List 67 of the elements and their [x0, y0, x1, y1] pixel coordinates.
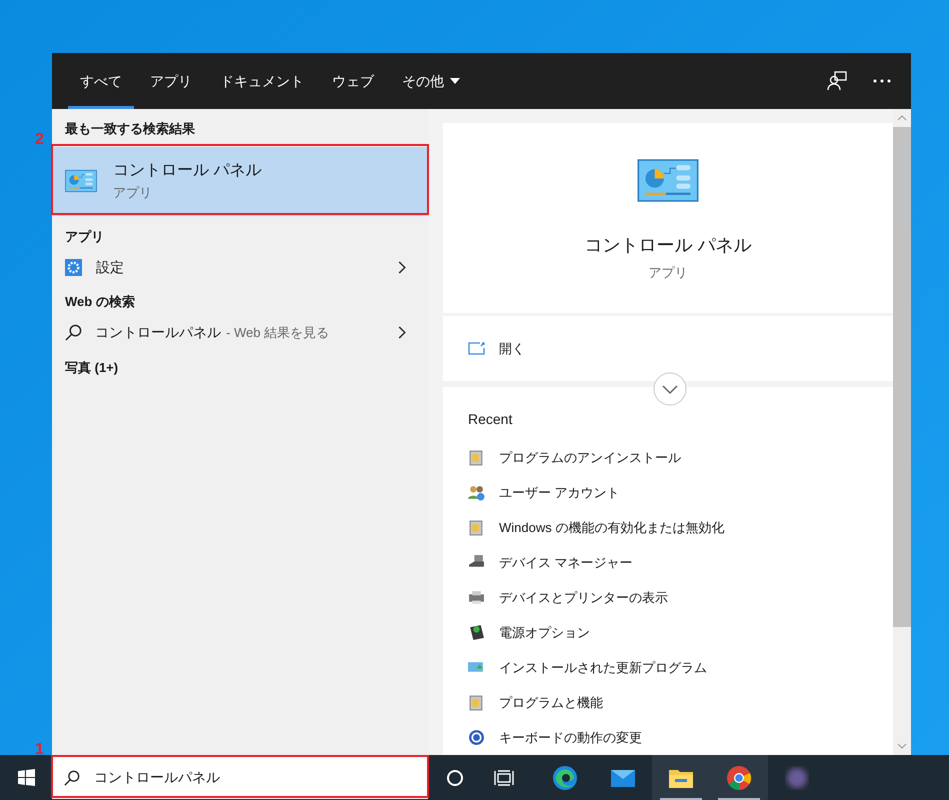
start-icon[interactable]	[18, 769, 34, 786]
cortana-icon[interactable]	[446, 768, 464, 786]
web-result[interactable]: コントロールパネル - Web 結果を見る	[52, 316, 428, 350]
recent-label: デバイス マネージャー	[499, 554, 633, 572]
program-icon	[468, 449, 485, 466]
section-heading: 写真 (1+)	[64, 358, 120, 377]
recent-item[interactable]: プログラムのアンインストール	[468, 440, 868, 475]
control-panel-icon	[637, 159, 699, 202]
best-match-result[interactable]: コントロール パネル アプリ	[52, 146, 428, 216]
recent-label: Windows の機能の有効化または無効化	[499, 518, 724, 537]
result-label: 設定	[96, 258, 124, 276]
program-icon	[468, 519, 485, 536]
step-number: 1	[35, 742, 44, 758]
recent-label: 電源オプション	[499, 624, 590, 642]
preview-subtitle: アプリ	[648, 264, 688, 282]
search-icon	[64, 770, 80, 786]
recent-item[interactable]: プログラムと機能	[468, 685, 868, 720]
web-query: コントロールパネル	[95, 323, 221, 342]
step-number: 2	[35, 132, 44, 148]
open-icon	[468, 342, 485, 355]
program-icon	[468, 694, 485, 711]
app-result[interactable]: 設定	[52, 250, 428, 284]
recent-label: プログラムと機能	[499, 694, 603, 712]
recent-item[interactable]: デバイス マネージャー	[468, 545, 868, 580]
dial-icon	[468, 729, 485, 746]
gear-icon	[65, 258, 82, 276]
browser-icon	[551, 764, 579, 792]
section-heading: 最も一致する検索結果	[64, 120, 196, 138]
control-panel-icon	[65, 169, 97, 193]
recent-label: ユーザー アカウント	[499, 484, 620, 502]
search-field[interactable]: コントロールパネル	[52, 756, 428, 799]
recent-item[interactable]: ユーザー アカウント	[468, 475, 868, 510]
users-icon	[468, 484, 485, 501]
search-text: コントロールパネル	[94, 768, 220, 787]
recent-item[interactable]: デバイスとプリンターの表示	[468, 580, 868, 615]
recent-item[interactable]: Windows の機能の有効化または無効化	[468, 510, 868, 545]
tab[interactable]: ドキュメント	[206, 53, 318, 109]
chevron-right-icon	[398, 326, 406, 339]
recent-label: デバイスとプリンターの表示	[499, 588, 668, 607]
task-view-icon[interactable]	[494, 770, 514, 786]
recent-item[interactable]: インストールされた更新プログラム	[468, 650, 868, 685]
battery-icon	[468, 624, 485, 641]
recent-item[interactable]: キーボードの動作の変更	[468, 720, 868, 755]
open-button[interactable]: 開く	[468, 338, 525, 358]
tab[interactable]: アプリ	[136, 53, 206, 109]
taskbar-app[interactable]	[652, 755, 710, 800]
taskbar-app[interactable]	[710, 755, 768, 800]
tab[interactable]: その他	[388, 53, 474, 109]
web-hint: - Web 結果を見る	[226, 324, 330, 342]
result-title: コントロール パネル	[113, 161, 262, 182]
preview-title: コントロール パネル	[584, 234, 752, 257]
search-icon	[65, 324, 82, 341]
recent-label: キーボードの動作の変更	[499, 728, 642, 747]
result-subtitle: アプリ	[113, 184, 153, 202]
browser-icon	[725, 764, 753, 792]
recent-label: インストールされた更新プログラム	[499, 658, 707, 677]
section-heading: アプリ	[64, 228, 105, 246]
printer-icon	[468, 589, 485, 606]
recent-label: プログラムのアンインストール	[499, 448, 681, 467]
feedback-icon[interactable]	[827, 71, 847, 91]
recent-heading: Recent	[468, 410, 514, 429]
tab[interactable]: すべて	[66, 53, 136, 109]
tab[interactable]: ウェブ	[318, 53, 388, 109]
section-heading: Web の検索	[64, 293, 136, 311]
more-icon[interactable]	[873, 79, 891, 83]
chevron-right-icon	[398, 260, 406, 274]
recent-item[interactable]: 電源オプション	[468, 615, 868, 650]
